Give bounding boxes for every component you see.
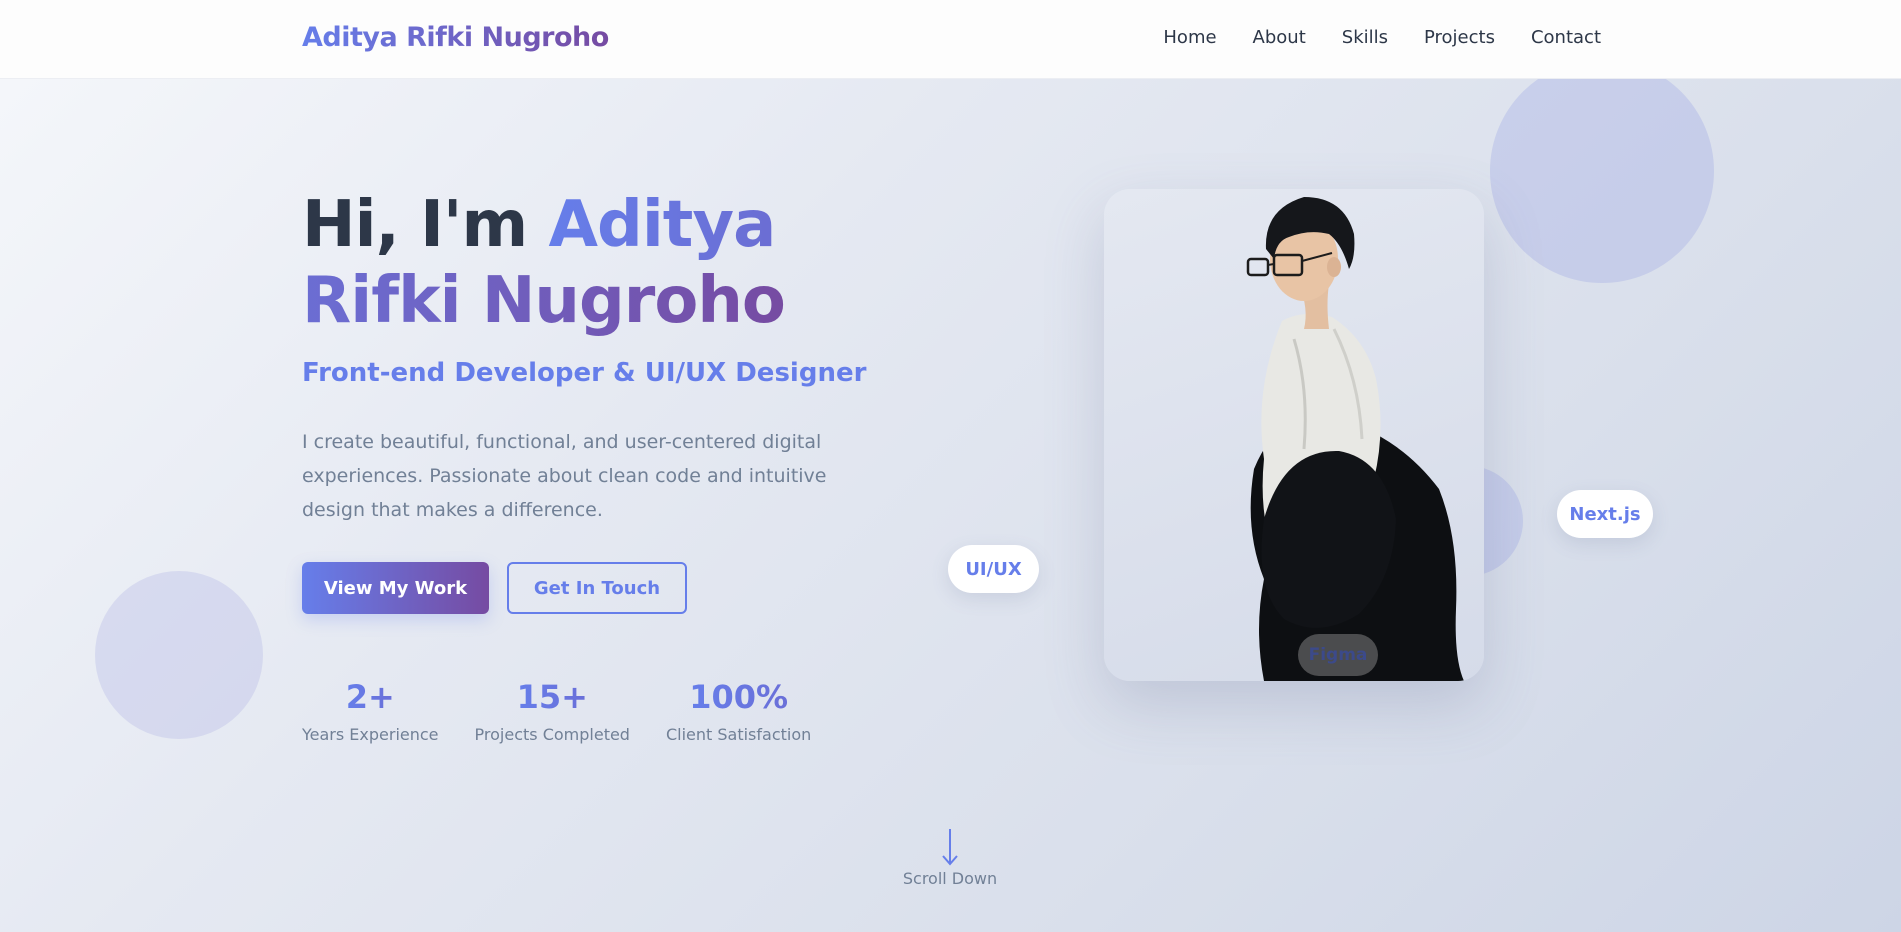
stats-row: 2+ Years Experience 15+ Projects Complet… — [302, 677, 811, 744]
hero-title: Hi, I'm Aditya Rifki Nugroho — [302, 187, 862, 339]
stat-projects-completed: 15+ Projects Completed — [475, 677, 630, 744]
profile-photo — [1246, 197, 1464, 681]
skill-badge-nextjs: Next.js — [1557, 490, 1653, 538]
stat-number: 2+ — [345, 678, 395, 716]
skill-badge-uiux: UI/UX — [948, 545, 1039, 593]
hero-subtitle: Front-end Developer & UI/UX Designer — [302, 358, 867, 388]
stat-number: 15+ — [516, 678, 588, 716]
nav-link-about[interactable]: About — [1253, 27, 1306, 48]
nav-link-projects[interactable]: Projects — [1424, 27, 1495, 48]
nav-links: Home About Skills Projects Contact — [1163, 27, 1601, 48]
stat-label: Projects Completed — [474, 725, 630, 744]
get-in-touch-button[interactable]: Get In Touch — [507, 562, 687, 614]
scroll-down-label: Scroll Down — [902, 869, 998, 888]
hero-description: I create beautiful, functional, and user… — [302, 431, 827, 521]
arrow-down-icon — [942, 829, 958, 866]
nav-link-skills[interactable]: Skills — [1342, 27, 1388, 48]
nav-link-home[interactable]: Home — [1163, 27, 1216, 48]
nav-link-contact[interactable]: Contact — [1531, 27, 1601, 48]
navbar: Aditya Rifki Nugroho Home About Skills P… — [0, 0, 1901, 79]
stat-number: 100% — [689, 678, 789, 716]
hero-greeting: Hi, I'm — [302, 188, 549, 262]
stat-label: Client Satisfaction — [665, 725, 812, 744]
skill-badge-figma: Figma — [1298, 634, 1378, 676]
decorative-circle — [1490, 79, 1714, 283]
hero-section: Hi, I'm Aditya Rifki Nugroho Front-end D… — [0, 79, 1901, 932]
stat-client-satisfaction: 100% Client Satisfaction — [666, 677, 811, 744]
site-logo[interactable]: Aditya Rifki Nugroho — [302, 22, 609, 53]
decorative-circle — [95, 571, 263, 739]
view-my-work-button[interactable]: View My Work — [302, 562, 489, 614]
stat-years-experience: 2+ Years Experience — [302, 677, 439, 744]
stat-label: Years Experience — [302, 725, 439, 744]
profile-photo-card — [1104, 189, 1484, 681]
